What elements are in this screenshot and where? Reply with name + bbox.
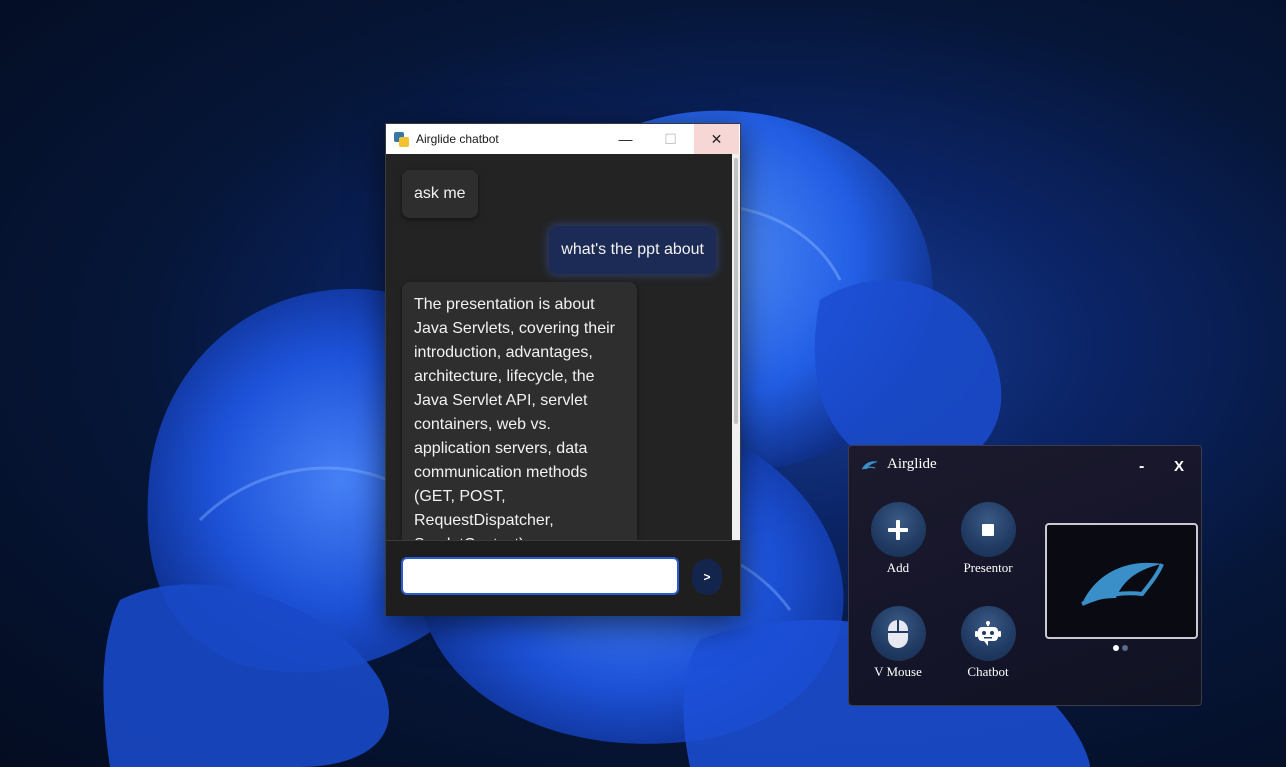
airglide-logo-icon: [1080, 562, 1164, 606]
message-input[interactable]: [401, 557, 679, 595]
panel-title: Airglide: [887, 456, 937, 472]
bot-message: ask me: [402, 170, 478, 218]
panel-header: Airglide: [861, 456, 937, 473]
tool-label: Presentor: [963, 560, 1013, 575]
preview-panel[interactable]: [1045, 523, 1198, 639]
mouse-icon: [888, 619, 908, 648]
maximize-button[interactable]: ☐: [648, 124, 693, 154]
bot-message: The presentation is about Java Servlets,…: [402, 282, 637, 540]
stop-square-icon: [982, 523, 994, 536]
window-title: Airglide chatbot: [416, 132, 499, 146]
panel-close-button[interactable]: X: [1174, 458, 1184, 475]
title-bar[interactable]: Airglide chatbot — ☐ ✕: [386, 124, 740, 154]
scrollbar-thumb[interactable]: [734, 158, 738, 424]
carousel-dots[interactable]: [1113, 645, 1129, 651]
chatbot-button[interactable]: Chatbot: [953, 606, 1023, 680]
chat-messages[interactable]: ask me what's the ppt about The presenta…: [386, 154, 740, 540]
presentor-button[interactable]: Presentor: [953, 502, 1023, 576]
airglide-logo-icon: [861, 460, 878, 470]
tool-label: Add: [886, 560, 910, 575]
robot-icon: [975, 620, 1001, 646]
chat-scrollbar[interactable]: [732, 154, 740, 540]
chatbot-window: Airglide chatbot — ☐ ✕ ask me what's the…: [385, 123, 741, 616]
airglide-panel: Airglide - X Add Presentor V Mouse Chatb…: [848, 445, 1202, 706]
user-message: what's the ppt about: [549, 226, 716, 274]
plus-icon: [888, 519, 908, 540]
tool-label: V Mouse: [874, 664, 922, 679]
panel-minimize-button[interactable]: -: [1139, 458, 1144, 476]
send-button[interactable]: >: [692, 559, 722, 595]
input-bar: >: [386, 540, 740, 616]
virtual-mouse-button[interactable]: V Mouse: [863, 606, 933, 680]
add-button[interactable]: Add: [863, 502, 933, 576]
close-button[interactable]: ✕: [694, 124, 739, 154]
python-app-icon: [394, 131, 409, 147]
tool-label: Chatbot: [967, 664, 1009, 679]
minimize-button[interactable]: —: [603, 124, 648, 154]
